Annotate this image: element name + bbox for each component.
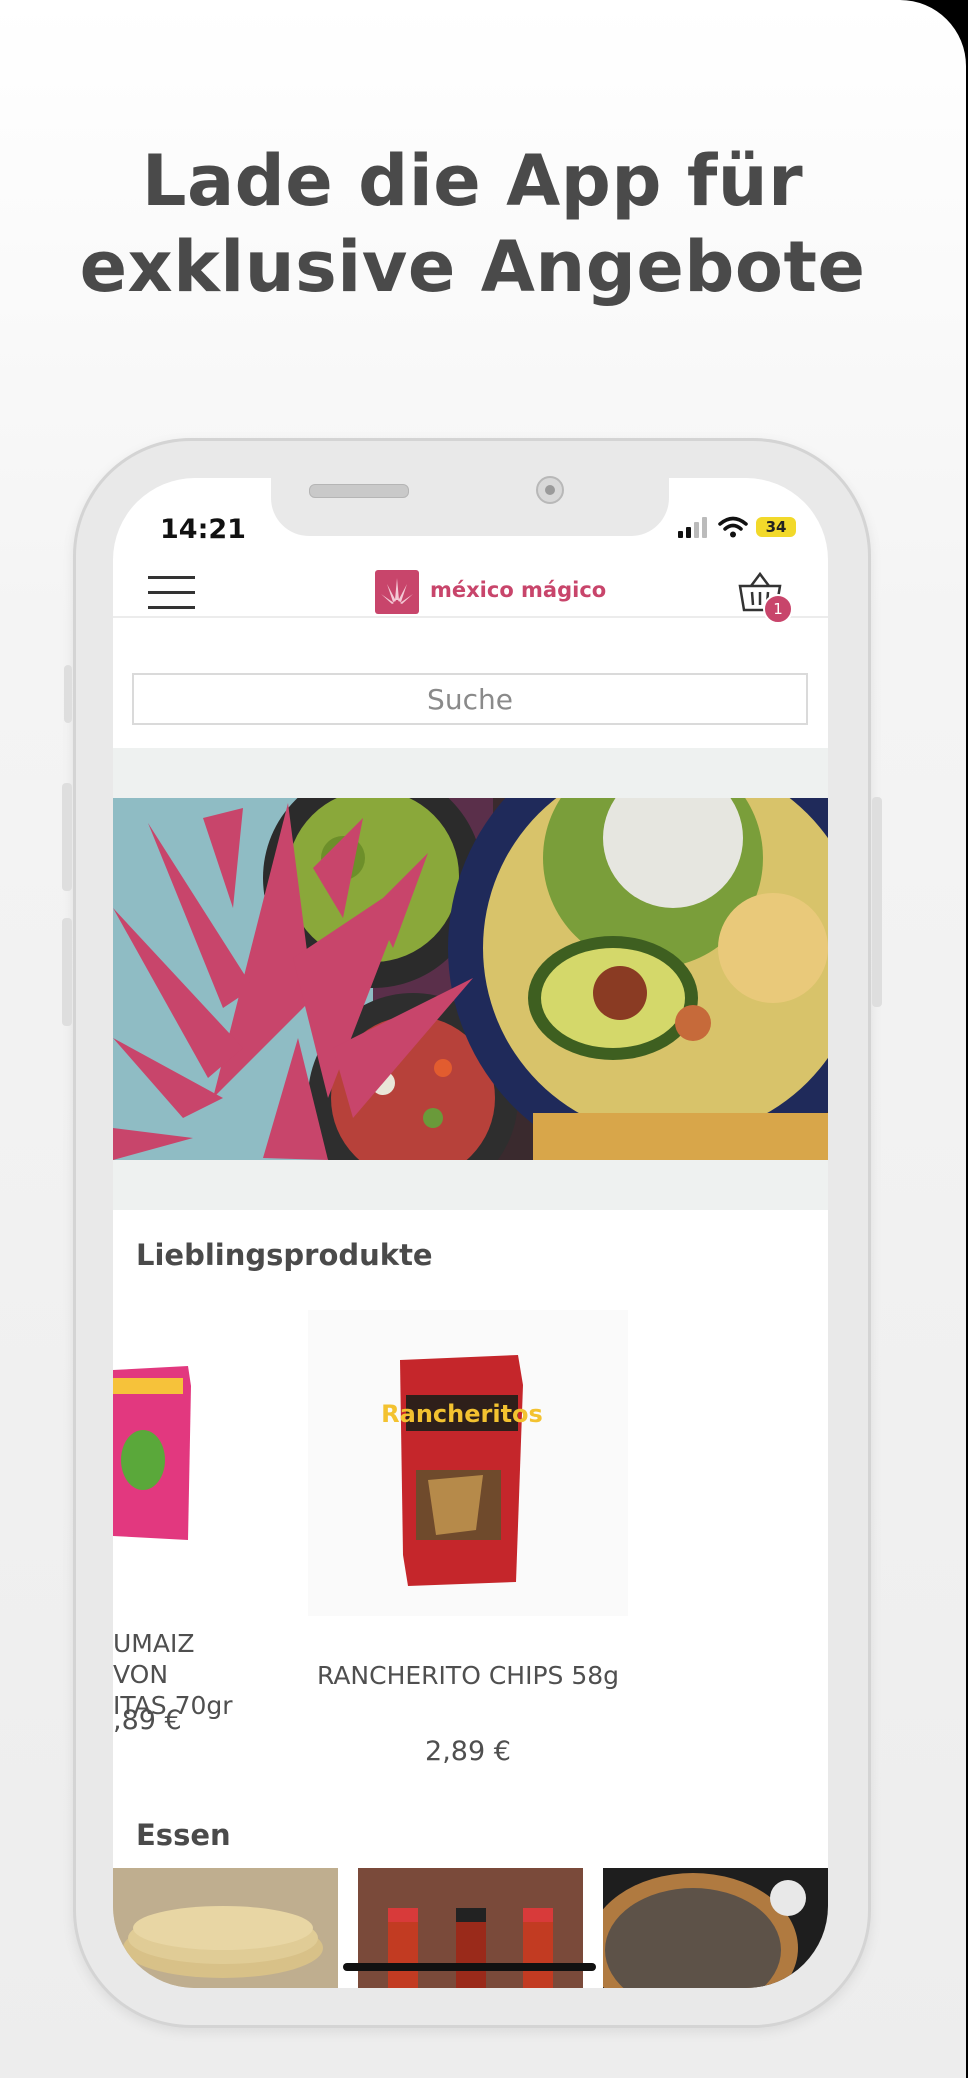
signal-icon [678,516,710,538]
promo-headline: Lade die App für exklusive Angebote [0,138,945,310]
phone-side-button [64,665,72,723]
food-tile-beans[interactable] [603,1868,828,1988]
product-price: 2,89 € [425,1736,511,1767]
wifi-icon [718,516,748,538]
phone-screen: 14:21 34 méxico mágico 1 Suche Lieblings… [113,478,828,1988]
svg-text:Rancheritos: Rancheritos [381,1400,543,1428]
product-name-line-1: UMAIZ VON [113,1629,195,1689]
battery-indicator: 34 [756,517,796,537]
product-image[interactable]: Rancheritos [308,1310,628,1616]
product-price: ,89 € [113,1705,182,1736]
home-indicator[interactable] [343,1963,596,1971]
product-image[interactable] [113,1310,223,1560]
earpiece-speaker [309,484,409,498]
banner-bottom-band [113,1160,828,1210]
favorites-title: Lieblingsprodukte [136,1238,433,1272]
tortillas-image [113,1868,338,1988]
chips-bag-pink [113,1366,191,1540]
food-section-title: Essen [136,1818,231,1852]
hero-image [113,798,828,1160]
cart-button[interactable]: 1 [737,570,793,624]
banner-top-band [113,748,828,798]
cart-count-badge: 1 [763,594,793,624]
front-camera [536,476,564,504]
chips-bag-red: Rancheritos [381,1355,543,1586]
app-header: méxico mágico 1 [113,538,828,624]
hamburger-menu-icon[interactable] [148,576,195,610]
product-name[interactable]: RANCHERITO CHIPS 58g [308,1661,628,1690]
agave-logo-icon [375,570,419,614]
hero-banner[interactable] [113,798,828,1160]
phone-volume-down [62,918,72,1026]
food-tile-tortillas[interactable] [113,1868,338,1988]
headline-line-2: exklusive Angebote [79,226,866,308]
brand-name: méxico mágico [430,578,607,602]
search-input[interactable] [132,673,808,725]
beans-image [603,1868,828,1988]
headline-line-1: Lade die App für [141,140,804,222]
phone-volume-up [62,783,72,891]
phone-power-button [872,797,882,1007]
